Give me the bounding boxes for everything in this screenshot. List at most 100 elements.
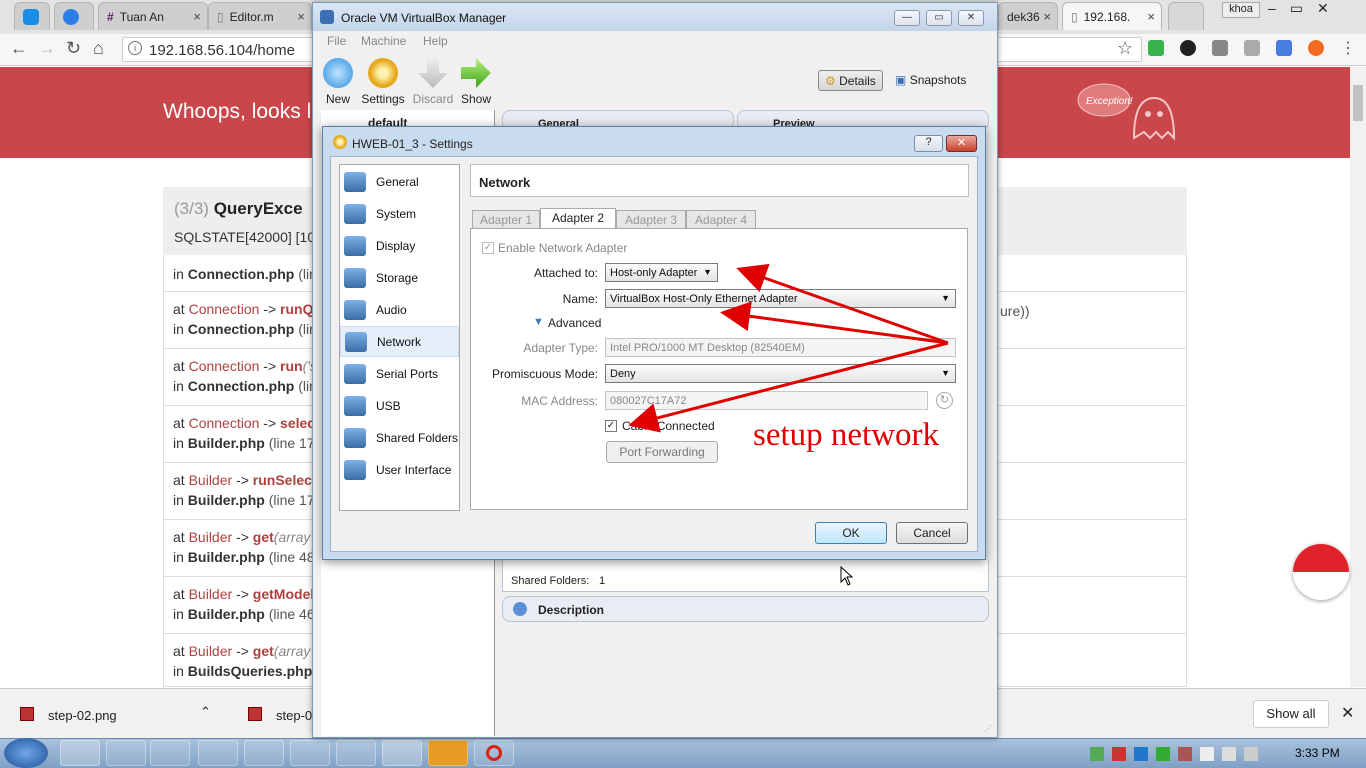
download-item[interactable]: step-02.png xyxy=(48,708,117,723)
category-network[interactable]: Network xyxy=(340,326,459,357)
tab-editor[interactable]: ▯ Editor.m × xyxy=(208,2,312,30)
show-all-button[interactable]: Show all xyxy=(1253,700,1329,728)
close-icon[interactable]: ✕ xyxy=(1341,703,1354,723)
taskbar-virtualbox[interactable] xyxy=(60,740,100,766)
refresh-icon[interactable]: ↻ xyxy=(936,392,953,409)
start-button[interactable] xyxy=(4,738,48,768)
scroll-thumb[interactable] xyxy=(1353,85,1363,121)
taskbar-app[interactable] xyxy=(290,740,330,766)
category-system[interactable]: System xyxy=(340,198,459,229)
new-button[interactable]: New xyxy=(314,58,362,106)
home-icon[interactable]: ⌂ xyxy=(93,38,104,59)
tray-icon[interactable] xyxy=(1090,747,1104,761)
forward-icon[interactable]: → xyxy=(38,38,56,59)
tab-dek36[interactable]: dek36 × xyxy=(998,2,1058,30)
category-storage[interactable]: Storage xyxy=(340,262,459,293)
taskbar-firefox[interactable] xyxy=(198,740,238,766)
cable-connected-checkbox[interactable]: ✓ xyxy=(605,420,617,432)
user-badge[interactable]: khoa xyxy=(1222,2,1260,18)
tab-adapter-2[interactable]: Adapter 2 xyxy=(540,208,616,229)
promiscuous-select[interactable]: Deny ▼ xyxy=(605,364,956,383)
taskbar-explorer[interactable] xyxy=(150,740,190,766)
maximize-button[interactable]: ▭ xyxy=(926,10,952,26)
category-general[interactable]: General xyxy=(340,166,459,197)
tab-adapter-3[interactable]: Adapter 3 xyxy=(616,210,686,229)
menu-icon[interactable]: ⋮ xyxy=(1340,38,1356,58)
category-display[interactable]: Display xyxy=(340,230,459,261)
window-controls[interactable]: –▭✕ xyxy=(1268,0,1343,17)
discard-button[interactable]: Discard xyxy=(409,58,457,106)
minimize-button[interactable]: — xyxy=(894,10,920,26)
details-button[interactable]: ⚙ Details xyxy=(818,70,883,91)
extension-icon[interactable] xyxy=(1148,40,1164,56)
taskbar-chrome[interactable] xyxy=(244,740,284,766)
close-icon[interactable]: × xyxy=(1147,9,1155,24)
translate-icon[interactable] xyxy=(1276,40,1292,56)
taskbar-vscode[interactable] xyxy=(382,740,422,766)
back-icon[interactable]: ← xyxy=(10,38,28,59)
adapter-name-select[interactable]: VirtualBox Host-Only Ethernet Adapter ▼ xyxy=(605,289,956,308)
info-icon[interactable]: i xyxy=(128,41,142,55)
gear-icon xyxy=(368,58,398,88)
tab-adapter-1[interactable]: Adapter 1 xyxy=(472,210,540,229)
extension-icon[interactable] xyxy=(1180,40,1196,56)
dialog-close-button[interactable]: ✕ xyxy=(946,135,977,152)
settings-button[interactable]: Settings xyxy=(359,58,407,106)
reload-icon[interactable]: ↻ xyxy=(66,38,81,59)
slack-icon: # xyxy=(107,9,114,24)
mac-field[interactable]: 080027C17A72 xyxy=(605,391,928,410)
new-tab-button[interactable] xyxy=(1168,2,1204,30)
advanced-toggle[interactable]: Advanced xyxy=(548,316,601,330)
category-user-interface[interactable]: User Interface xyxy=(340,454,459,485)
network-icon[interactable] xyxy=(1222,747,1236,761)
taskbar-app[interactable] xyxy=(336,740,376,766)
tray-icon[interactable] xyxy=(1200,747,1214,761)
menu-machine[interactable]: Machine xyxy=(361,34,406,48)
adapter-type-select[interactable]: Intel PRO/1000 MT Desktop (82540EM) xyxy=(605,338,956,357)
close-icon[interactable]: × xyxy=(1043,9,1051,24)
tab-active[interactable]: ▯ 192.168. × xyxy=(1062,2,1162,30)
download-item[interactable]: step-0 xyxy=(276,708,312,723)
resize-grip[interactable]: ⋰ xyxy=(984,724,992,733)
port-forwarding-button[interactable]: Port Forwarding xyxy=(606,441,718,463)
taskbar-opera[interactable] xyxy=(474,740,514,766)
volume-icon[interactable] xyxy=(1244,747,1258,761)
extension-icon[interactable] xyxy=(1244,40,1260,56)
clock[interactable]: 3:33 PM xyxy=(1295,746,1340,760)
expand-triangle-icon[interactable]: ▼ xyxy=(533,316,544,328)
tab-adapter-4[interactable]: Adapter 4 xyxy=(686,210,756,229)
category-usb[interactable]: USB xyxy=(340,390,459,421)
tray-icon[interactable] xyxy=(1112,747,1126,761)
tray-icon[interactable] xyxy=(1178,747,1192,761)
description-section[interactable]: Description xyxy=(502,596,989,622)
tray-icon[interactable] xyxy=(1134,747,1148,761)
chevron-up-icon[interactable]: ⌃ xyxy=(200,704,211,720)
snapshots-button[interactable]: ▣ Snapshots xyxy=(895,73,966,87)
tab-tuan-an[interactable]: # Tuan An × xyxy=(98,2,208,30)
close-icon[interactable]: × xyxy=(297,9,305,24)
page-scrollbar[interactable] xyxy=(1350,67,1366,687)
tab-messenger[interactable] xyxy=(54,2,94,30)
category-audio[interactable]: Audio xyxy=(340,294,459,325)
help-button[interactable]: ? xyxy=(914,135,943,152)
close-button[interactable]: ✕ xyxy=(958,10,984,26)
extension-icon[interactable] xyxy=(1212,40,1228,56)
cancel-button[interactable]: Cancel xyxy=(896,522,968,544)
close-icon[interactable]: × xyxy=(193,9,201,24)
enable-adapter-checkbox[interactable]: ✓ xyxy=(482,242,494,254)
singapore-flag-icon[interactable] xyxy=(1293,544,1349,600)
show-button[interactable]: Show xyxy=(452,58,500,106)
menu-help[interactable]: Help xyxy=(423,34,448,48)
tray-icon[interactable] xyxy=(1156,747,1170,761)
extension-icon[interactable] xyxy=(1308,40,1324,56)
category-serial-ports[interactable]: Serial Ports xyxy=(340,358,459,389)
category-shared-folders[interactable]: Shared Folders xyxy=(340,422,459,453)
taskbar-sublime[interactable] xyxy=(428,740,468,766)
attached-to-select[interactable]: Host-only Adapter ▼ xyxy=(605,263,718,282)
taskbar-app[interactable] xyxy=(106,740,146,766)
menu-file[interactable]: File xyxy=(327,34,346,48)
tab-zalo[interactable] xyxy=(14,2,50,30)
system-tray[interactable] xyxy=(1090,747,1280,761)
bookmark-star-icon[interactable]: ☆ xyxy=(1117,38,1133,59)
ok-button[interactable]: OK xyxy=(815,522,887,544)
